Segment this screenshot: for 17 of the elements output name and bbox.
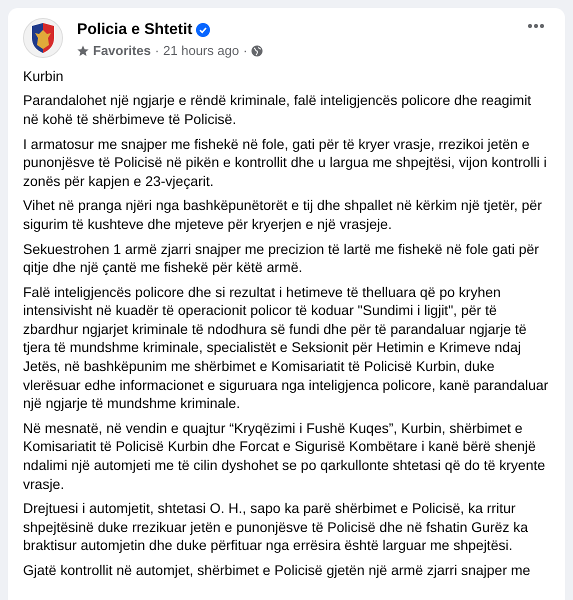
post-paragraph: I armatosur me snajper me fishekë në fole, gati për të kryer vrasje, rrezikoi jetën e punonjësve të Policisë në pikën e kontrollit dhe u largua me shpejtësi, vijon kontrolli i zonës për kapjen e 23-vjeçarit. bbox=[23, 134, 548, 190]
globe-icon bbox=[251, 45, 264, 57]
post-paragraph: Parandalohet një ngjarje e rëndë kriminale, falë inteligjencës policore dhe reagimit në kohë të shërbimeve të Policisë. bbox=[23, 91, 532, 129]
audience-label: Favorites bbox=[93, 42, 151, 60]
post-paragraph: Gjatë kontrollit në automjet, shërbimet e Policisë gjetën një armë zjarri snajper me bbox=[23, 561, 532, 580]
post-paragraph: Vihet në pranga njëri nga bashkëpunëtorët e tij dhe shpallet në kërkim një tjetër, për sigurim të kushteve dhe mjeteve për kryerjen e një vrasjeje. bbox=[23, 196, 543, 234]
separator-dot: · bbox=[243, 42, 248, 60]
page-name-link[interactable]: Policia e Shtetit bbox=[77, 18, 192, 42]
post-paragraph: Kurbin bbox=[23, 66, 64, 86]
timestamp-link[interactable]: 21 hours ago bbox=[163, 41, 240, 61]
post-paragraph: Falë inteligjencës policore dhe si rezultat i hetimeve të thelluara që po kryhen intensivisht në kuadër të operacionit policor të koduar "Sundimi i ligjit", për të zbardhur ngjarjet kriminale të ndodhura së fundi dhe për të parandaluar ngjarje të tjera të mundshme kriminale, specialistët e Seksionit për Hetimin e Krimeve ndaj Jetës, në bashkëpunim me shërbimet e Komisariatit të Policisë Kurbin, duke vlerësuar edhe informacionet e siguruara nga inteligjenca policore, kanë parandaluar një ngjarje të mundshme kriminale. bbox=[23, 282, 549, 413]
separator-dot: · bbox=[154, 42, 160, 60]
post-paragraph: Në mesnatë, në vendin e quajtur “Kryqëzimi i Fushë Kuqes”, Kurbin, shërbimet e Komisariatit të Policisë Kurbin dhe Forcat e Sigurisë Kombëtare i kanë bërë shenjë ndalimi një automjeti me të cilin dyshohet se po qarkullonte shtetasi që do të kryente vrasje. bbox=[23, 418, 546, 494]
star-icon bbox=[77, 45, 89, 57]
post-paragraph: Sekuestrohen 1 armë zjarri snajper me precizion të lartë me fishekë në fole gati për qitje dhe një çantë me fishekë për këtë armë. bbox=[23, 240, 540, 277]
post-paragraph: Drejtuesi i automjetit, shtetasi O. H., sapo ka parë shërbimet e Policisë, ka rritur shpejtësinë duke rrezikuar jetën e punonjësve të Policisë dhe në fshatin Gurëz ka braktisur automjetin dhe duke përfituar nga errësira është larguar me shpejtësi. bbox=[23, 499, 530, 555]
shield-logo-icon bbox=[23, 18, 63, 58]
